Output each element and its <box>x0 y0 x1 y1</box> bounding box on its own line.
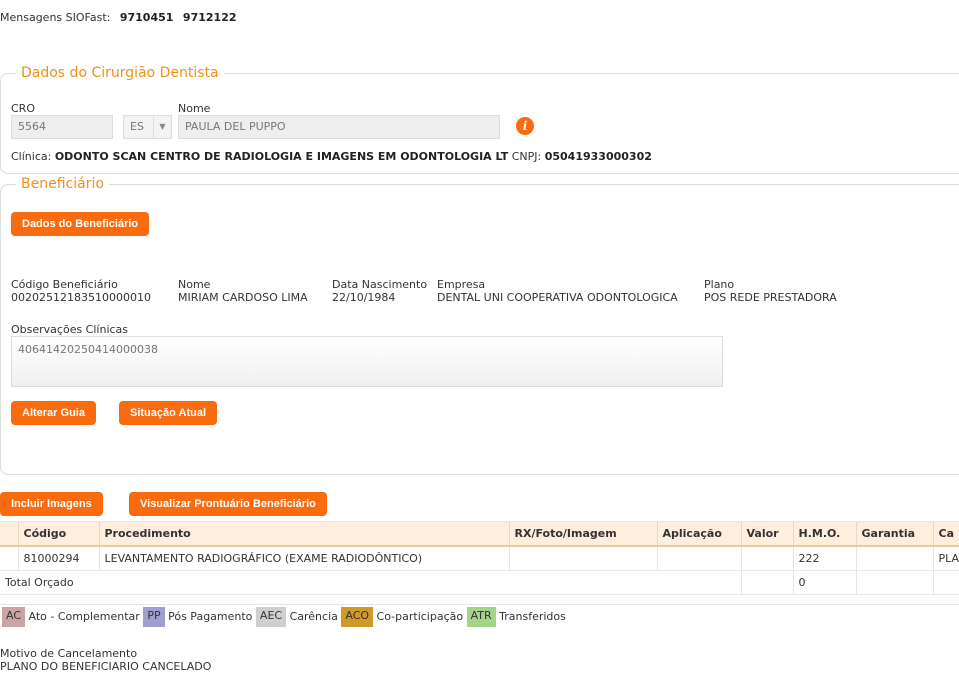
procedures-table: Código Procedimento RX/Foto/Imagem Aplic… <box>0 522 959 595</box>
field-label: Data Nascimento <box>332 278 428 291</box>
nome-input[interactable]: PAULA DEL PUPPO <box>178 115 500 139</box>
obs-textarea[interactable]: 40641420250414000038 <box>11 336 723 387</box>
incluir-imagens-button[interactable]: Incluir Imagens <box>0 492 103 516</box>
ac-badge: AC <box>2 607 26 627</box>
nome-beneficiario-value: MIRIAM CARDOSO LIMA <box>178 291 308 304</box>
col-rx[interactable]: RX/Foto/Imagem <box>508 522 657 547</box>
aco-badge: ACO <box>341 607 374 627</box>
col-carencia[interactable]: Ca <box>932 522 959 547</box>
dentista-legend: Dados do Cirurgião Dentista <box>16 65 224 81</box>
situacao-atual-button[interactable]: Situação Atual <box>119 401 217 425</box>
data-nascimento-value: 22/10/1984 <box>332 291 396 304</box>
pp-badge: PP <box>143 607 165 627</box>
obs-label: Observações Clínicas <box>11 323 129 336</box>
cnpj-value: 05041933000302 <box>544 150 652 163</box>
siofast-code: 9712122 <box>182 11 237 24</box>
field-label: Plano <box>704 278 735 291</box>
total-value: 0 <box>792 570 856 595</box>
clinica-value: ODONTO SCAN CENTRO DE RADIOLOGIA E IMAGE… <box>54 150 509 163</box>
nome-label: Nome <box>178 102 211 115</box>
field-label: Empresa <box>437 278 486 291</box>
info-icon[interactable]: i <box>516 117 534 135</box>
siofast-code: 9710451 <box>119 11 174 24</box>
uf-select[interactable]: ES ▼ <box>123 115 172 139</box>
total-row: Total Orçado 0 <box>0 570 959 595</box>
table-row[interactable]: 81000294 LEVANTAMENTO RADIOGRÁFICO (EXAME… <box>0 546 959 571</box>
chevron-down-icon: ▼ <box>153 116 171 138</box>
cro-label: CRO <box>11 102 35 115</box>
col-codigo[interactable]: Código <box>17 522 99 547</box>
status-legend: AC Ato - Complementar PP Pós Pagamento A… <box>2 607 566 627</box>
siofast-label: Mensagens SIOFast: <box>0 11 111 24</box>
field-label: Nome <box>178 278 211 291</box>
col-procedimento[interactable]: Procedimento <box>98 522 509 547</box>
siofast-messages: Mensagens SIOFast: 9710451 9712122 <box>0 11 237 24</box>
visualizar-prontuario-button[interactable]: Visualizar Prontuário Beneficiário <box>129 492 327 516</box>
dados-beneficiario-button[interactable]: Dados do Beneficiário <box>11 212 150 236</box>
alterar-guia-button[interactable]: Alterar Guia <box>11 401 96 425</box>
plano-value: POS REDE PRESTADORA <box>704 291 837 304</box>
field-label: Código Beneficiário <box>11 278 118 291</box>
table-header-row: Código Procedimento RX/Foto/Imagem Aplic… <box>0 522 959 547</box>
col-garantia[interactable]: Garantia <box>855 522 933 547</box>
clinica-line: Clínica: ODONTO SCAN CENTRO DE RADIOLOGI… <box>11 150 652 163</box>
total-label: Total Orçado <box>0 570 741 595</box>
cro-input[interactable]: 5564 <box>11 115 113 139</box>
col-valor[interactable]: Valor <box>740 522 793 547</box>
cancelamento-label: Motivo de Cancelamento <box>0 647 138 660</box>
codigo-beneficiario-value: 00202512183510000010 <box>11 291 151 304</box>
atr-badge: ATR <box>466 607 496 627</box>
beneficiario-legend: Beneficiário <box>16 176 109 192</box>
aec-badge: AEC <box>255 607 287 627</box>
empresa-value: DENTAL UNI COOPERATIVA ODONTOLOGICA <box>437 291 678 304</box>
col-aplicacao[interactable]: Aplicação <box>656 522 741 547</box>
cancelamento-value: PLANO DO BENEFICIARIO CANCELADO <box>0 660 212 673</box>
col-hmo[interactable]: H.M.O. <box>792 522 856 547</box>
